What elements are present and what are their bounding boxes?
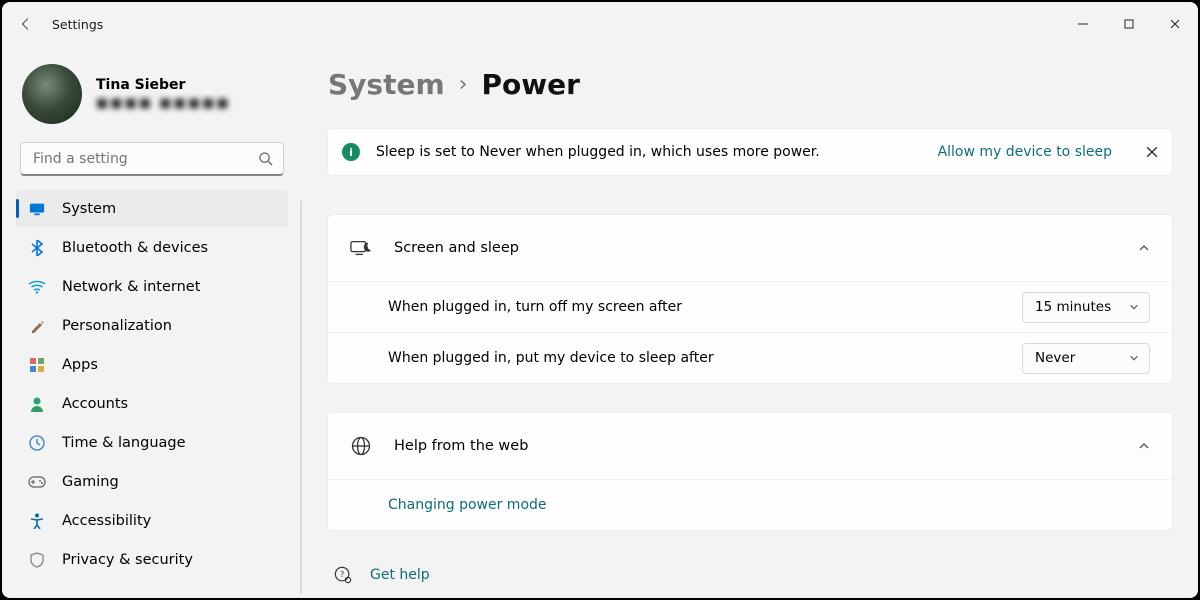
main-content: System › Power i Sleep is set to Never w…	[302, 46, 1198, 598]
allow-sleep-link[interactable]: Allow my device to sleep	[938, 144, 1112, 160]
sidebar-item-label: Time & language	[62, 435, 186, 451]
close-icon	[1170, 19, 1180, 29]
help-link-row: Changing power mode	[328, 479, 1172, 530]
sidebar-item-label: Network & internet	[62, 279, 200, 295]
user-block[interactable]: Tina Sieber ■■■■ ■■■■■	[2, 50, 302, 142]
dismiss-notice-button[interactable]	[1146, 146, 1158, 158]
sleep-after-row: When plugged in, put my device to sleep …	[328, 332, 1172, 383]
nav: System Bluetooth & devices Network & inter…	[2, 190, 302, 578]
help-web-card: Help from the web Changing power mode	[328, 413, 1172, 530]
sidebar-item-privacy-security[interactable]: Privacy & security	[16, 541, 288, 578]
body: Tina Sieber ■■■■ ■■■■■ System Bluetooth &…	[2, 46, 1198, 598]
sidebar-item-system[interactable]: System	[16, 190, 288, 227]
user-name: Tina Sieber	[96, 77, 231, 93]
card-title: Screen and sleep	[394, 240, 1116, 256]
chevron-right-icon: ›	[459, 72, 468, 97]
screen-sleep-icon	[350, 237, 372, 259]
globe-icon	[350, 435, 372, 457]
chevron-down-icon	[1129, 302, 1139, 312]
sidebar-item-network-internet[interactable]: Network & internet	[16, 268, 288, 305]
sidebar-item-label: System	[62, 201, 116, 217]
user-sub: ■■■■ ■■■■■	[96, 96, 231, 111]
minimize-icon	[1078, 19, 1088, 29]
select-value: Never	[1035, 350, 1075, 366]
avatar	[22, 64, 82, 124]
screen-and-sleep-card: Screen and sleep When plugged in, turn o…	[328, 215, 1172, 383]
sidebar-scrollbar[interactable]	[300, 200, 302, 594]
maximize-icon	[1124, 19, 1134, 29]
close-icon	[1146, 146, 1158, 158]
sidebar-item-label: Gaming	[62, 474, 119, 490]
screen-and-sleep-header[interactable]: Screen and sleep	[328, 215, 1172, 281]
search-icon	[258, 151, 273, 166]
person-icon	[28, 395, 46, 413]
back-button[interactable]	[18, 16, 34, 32]
info-notice: i Sleep is set to Never when plugged in,…	[328, 129, 1172, 175]
sidebar-item-apps[interactable]: Apps	[16, 346, 288, 383]
sidebar-item-gaming[interactable]: Gaming	[16, 463, 288, 500]
arrow-left-icon	[19, 17, 33, 31]
chevron-up-icon	[1138, 242, 1150, 254]
info-icon: i	[342, 143, 360, 161]
shield-icon	[28, 551, 46, 569]
page-title: Power	[481, 68, 579, 101]
clock-icon	[28, 434, 46, 452]
screen-off-select[interactable]: 15 minutes	[1022, 292, 1150, 323]
accessibility-icon	[28, 512, 46, 530]
sidebar-item-bluetooth-devices[interactable]: Bluetooth & devices	[16, 229, 288, 266]
sidebar-item-personalization[interactable]: Personalization	[16, 307, 288, 344]
card-title: Help from the web	[394, 438, 1116, 454]
app-title: Settings	[52, 17, 103, 32]
sidebar-item-label: Bluetooth & devices	[62, 240, 208, 256]
maximize-button[interactable]	[1106, 2, 1152, 46]
minimize-button[interactable]	[1060, 2, 1106, 46]
sidebar-item-label: Privacy & security	[62, 552, 193, 568]
wifi-icon	[28, 278, 46, 296]
select-value: 15 minutes	[1035, 299, 1111, 315]
brush-icon	[28, 317, 46, 335]
get-help-link[interactable]: ? Get help	[328, 560, 1172, 598]
svg-text:?: ?	[340, 569, 344, 579]
help-chat-icon: ?	[334, 566, 352, 584]
sidebar-item-label: Accounts	[62, 396, 128, 412]
chevron-down-icon	[1129, 353, 1139, 363]
sidebar-item-label: Personalization	[62, 318, 172, 334]
breadcrumb-parent[interactable]: System	[328, 68, 445, 101]
sidebar-item-label: Accessibility	[62, 513, 151, 529]
notice-text: Sleep is set to Never when plugged in, w…	[376, 144, 922, 160]
changing-power-mode-link[interactable]: Changing power mode	[388, 497, 547, 513]
user-text: Tina Sieber ■■■■ ■■■■■	[96, 77, 231, 111]
gamepad-icon	[28, 473, 46, 491]
breadcrumb: System › Power	[328, 68, 1172, 101]
chevron-up-icon	[1138, 440, 1150, 452]
row-label: When plugged in, turn off my screen afte…	[388, 299, 1022, 315]
sidebar-item-label: Apps	[62, 357, 98, 373]
titlebar-left: Settings	[18, 16, 103, 32]
sidebar-item-accessibility[interactable]: Accessibility	[16, 502, 288, 539]
sidebar: Tina Sieber ■■■■ ■■■■■ System Bluetooth &…	[2, 46, 302, 598]
help-web-header[interactable]: Help from the web	[328, 413, 1172, 479]
apps-icon	[28, 356, 46, 374]
titlebar: Settings	[2, 2, 1198, 46]
search-wrap	[2, 142, 302, 190]
settings-window: Settings Tina Sieber ■■■■ ■■■■■	[2, 2, 1198, 598]
screen-off-row: When plugged in, turn off my screen afte…	[328, 281, 1172, 332]
bluetooth-icon	[28, 239, 46, 257]
sidebar-item-time-language[interactable]: Time & language	[16, 424, 288, 461]
display-icon	[28, 200, 46, 218]
get-help-label: Get help	[370, 567, 430, 583]
window-controls	[1060, 2, 1198, 46]
sleep-after-select[interactable]: Never	[1022, 343, 1150, 374]
close-button[interactable]	[1152, 2, 1198, 46]
sidebar-item-accounts[interactable]: Accounts	[16, 385, 288, 422]
row-label: When plugged in, put my device to sleep …	[388, 350, 1022, 366]
search-input[interactable]	[31, 150, 258, 168]
search-box[interactable]	[20, 142, 284, 176]
